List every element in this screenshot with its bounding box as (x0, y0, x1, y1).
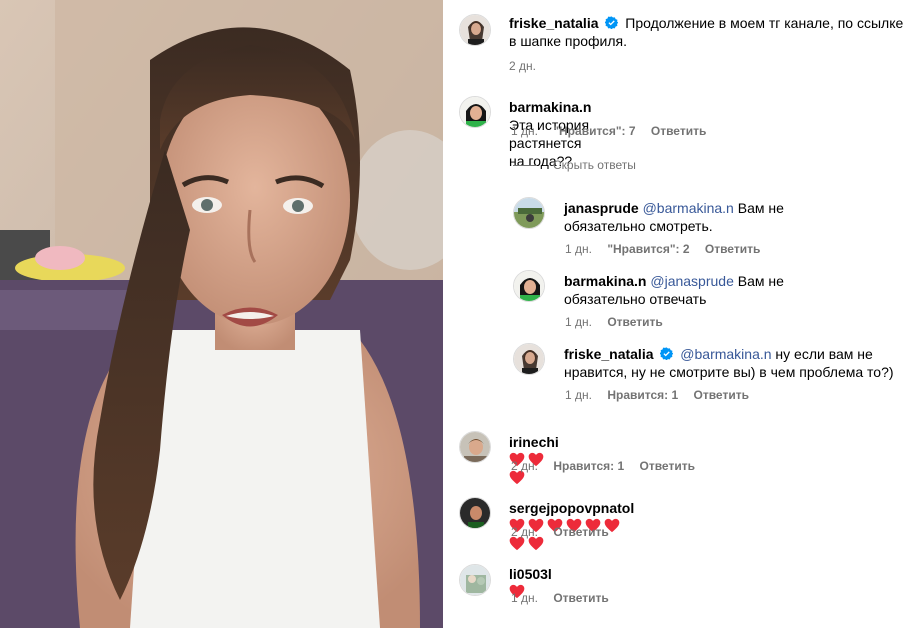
comment-time: 2 дн. (511, 525, 538, 539)
divider-line (513, 165, 537, 167)
reply-button[interactable]: Ответить (705, 242, 760, 256)
comment-username[interactable]: friske_natalia (509, 15, 599, 31)
verified-badge-icon (605, 16, 619, 29)
hide-replies-button[interactable]: Скрыть ответы (513, 158, 636, 172)
mention-link[interactable]: @barmakina.n (643, 200, 734, 216)
comment-time: 1 дн. (511, 591, 538, 605)
comment-time: 1 дн. (565, 242, 592, 256)
likes-count[interactable]: "Нравится": 2 (607, 242, 689, 256)
verified-badge-icon (660, 347, 674, 360)
avatar[interactable] (459, 14, 491, 46)
likes-count[interactable]: Нравится: 1 (553, 459, 624, 473)
reply-button[interactable]: Ответить (553, 525, 608, 539)
comment-username[interactable]: barmakina.n (564, 273, 646, 289)
avatar[interactable] (459, 431, 491, 463)
comment-username[interactable]: irinechi (509, 434, 559, 450)
video-illustration (0, 0, 443, 628)
likes-count[interactable]: "Нравится": 7 (553, 124, 635, 138)
reply-button[interactable]: Ответить (607, 315, 662, 329)
comment-time: 1 дн. (565, 388, 592, 402)
mention-link[interactable]: @janasprude (650, 273, 734, 289)
comment-time: 2 дн. (511, 459, 538, 473)
comment-time: 1 дн. (511, 124, 538, 138)
comment-username[interactable]: li0503l (509, 566, 552, 582)
comment-time: 2 дн. (509, 59, 536, 73)
comments-panel: friske_natalia Продолжение в моем тг кан… (443, 0, 911, 628)
avatar[interactable] (459, 564, 491, 596)
mention-link[interactable]: @barmakina.n (680, 346, 771, 362)
avatar[interactable] (459, 497, 491, 529)
hide-replies-label: Скрыть ответы (553, 158, 636, 172)
likes-count[interactable]: Нравится: 1 (607, 388, 678, 402)
avatar[interactable] (513, 270, 545, 302)
reply-button[interactable]: Ответить (640, 459, 695, 473)
comment-username[interactable]: barmakina.n (509, 99, 591, 115)
reply-button[interactable]: Ответить (651, 124, 706, 138)
avatar[interactable] (513, 343, 545, 375)
video-frame[interactable] (0, 0, 443, 628)
comment-username[interactable]: friske_natalia (564, 346, 654, 362)
comment-username[interactable]: janasprude (564, 200, 639, 216)
comment-time: 1 дн. (565, 315, 592, 329)
avatar[interactable] (513, 197, 545, 229)
reply-button[interactable]: Ответить (694, 388, 749, 402)
comment-username[interactable]: sergejpopovpnatol (509, 500, 634, 516)
reply-button[interactable]: Ответить (553, 591, 608, 605)
avatar[interactable] (459, 96, 491, 128)
